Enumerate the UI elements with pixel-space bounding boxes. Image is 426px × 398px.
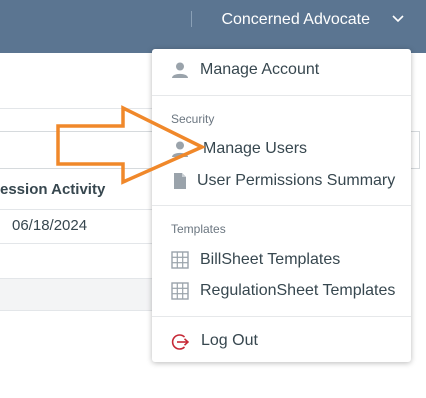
top-navbar: Concerned Advocate: [0, 0, 426, 53]
navbar-divider: [191, 11, 192, 27]
menu-label-log-out: Log Out: [201, 332, 258, 349]
menu-item-manage-account[interactable]: Manage Account: [152, 56, 411, 84]
table-row: [0, 278, 155, 311]
user-dropdown-menu: Manage Account Security Manage Users Use…: [152, 49, 411, 362]
menu-label-manage-users: Manage Users: [203, 140, 308, 157]
table-cell-date: 06/18/2024: [12, 217, 88, 234]
menu-separator: [152, 316, 411, 317]
menu-label-user-permissions: User Permissions Summary: [197, 172, 396, 189]
menu-separator: [152, 205, 411, 206]
logout-icon: [171, 334, 189, 350]
person-icon: [172, 62, 188, 78]
table-header-line: [0, 209, 155, 210]
menu-item-billsheet-templates[interactable]: BillSheet Templates: [152, 246, 411, 274]
grid-icon: [171, 251, 189, 269]
menu-label-manage-account: Manage Account: [200, 61, 320, 78]
user-menu-toggle[interactable]: Concerned Advocate: [221, 11, 370, 29]
grid-icon: [171, 282, 189, 300]
chevron-down-icon[interactable]: [391, 12, 405, 26]
annotation-arrow-icon: [56, 105, 205, 185]
menu-separator: [152, 95, 411, 96]
menu-label-regulationsheet-templates: RegulationSheet Templates: [200, 282, 396, 299]
menu-item-log-out[interactable]: Log Out: [152, 327, 411, 355]
menu-item-regulationsheet-templates[interactable]: RegulationSheet Templates: [152, 277, 411, 305]
menu-label-billsheet-templates: BillSheet Templates: [200, 251, 341, 268]
table-row-line: [0, 243, 155, 244]
section-title-templates: Templates: [171, 222, 226, 236]
